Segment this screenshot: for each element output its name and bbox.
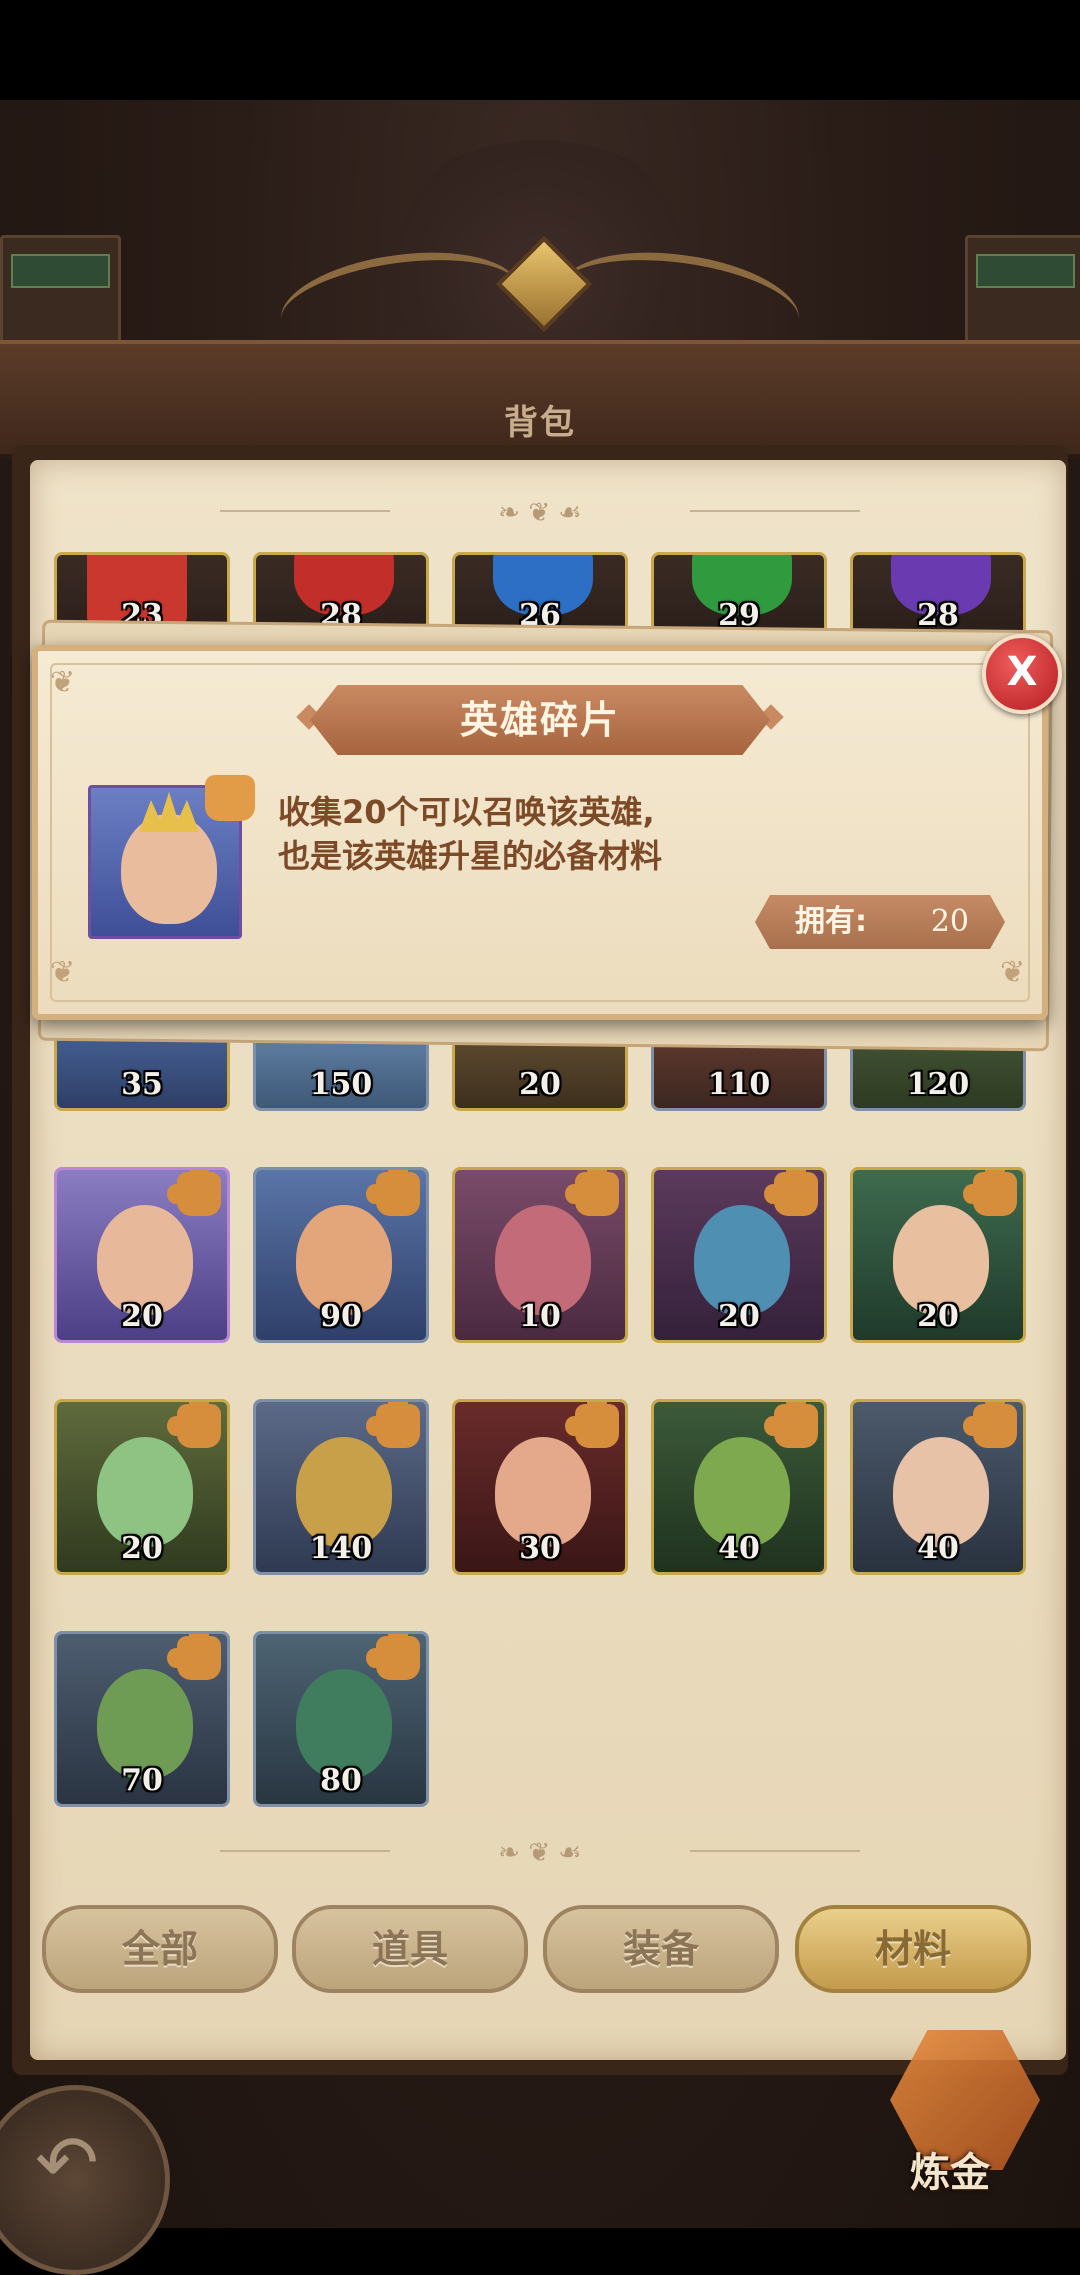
alchemy-button[interactable]: 炼金: [880, 2030, 1060, 2200]
tab-all[interactable]: 全部: [42, 1905, 278, 1993]
puzzle-piece-icon: [963, 1402, 1017, 1448]
puzzle-piece-icon: [167, 1634, 221, 1680]
hero-shard-item[interactable]: 70: [54, 1631, 230, 1807]
modal-title: 英雄碎片: [310, 685, 770, 755]
hero-shard-item[interactable]: 20: [651, 1167, 827, 1343]
puzzle-piece-icon: [366, 1170, 420, 1216]
puzzle-piece-icon: [565, 1402, 619, 1448]
owned-value: 20: [930, 904, 969, 939]
back-arrow-icon: ↶: [35, 2118, 99, 2207]
close-button[interactable]: X: [982, 634, 1062, 714]
owned-count-badge: 拥有: 20: [755, 895, 1005, 949]
hero-shard-item[interactable]: 30: [452, 1399, 628, 1575]
right-pillar: [965, 235, 1080, 346]
description-line-2: 也是该英雄升星的必备材料: [278, 837, 663, 875]
hero-shard-item[interactable]: 40: [651, 1399, 827, 1575]
alchemy-label: 炼金: [910, 2150, 990, 2196]
left-pillar: [0, 235, 121, 346]
puzzle-piece-icon: [167, 1170, 221, 1216]
hero-shard-item[interactable]: 20: [54, 1399, 230, 1575]
hero-shard-item[interactable]: 20: [54, 1167, 230, 1343]
corner-ornament: ❦: [1000, 955, 1026, 990]
hero-shard-item[interactable]: 10: [452, 1167, 628, 1343]
hero-shard-item[interactable]: 90: [253, 1167, 429, 1343]
puzzle-piece-icon: [366, 1402, 420, 1448]
hero-shard-item[interactable]: 20: [850, 1167, 1026, 1343]
hero-shard-item[interactable]: 80: [253, 1631, 429, 1807]
owned-label: 拥有:: [795, 904, 867, 939]
status-bar: [0, 0, 1080, 100]
puzzle-piece-icon: [167, 1402, 221, 1448]
tab-equipment[interactable]: 装备: [543, 1905, 779, 1993]
page-title: 背包: [504, 403, 576, 443]
top-ornament: ❧ ❦ ☙: [220, 498, 860, 528]
description-line-1: 收集20个可以召唤该英雄,: [278, 793, 655, 831]
tab-materials[interactable]: 材料: [795, 1905, 1031, 1993]
corner-ornament: ❦: [50, 955, 76, 990]
hero-shard-item[interactable]: 140: [253, 1399, 429, 1575]
bottom-ornament: ❧ ❦ ☙: [220, 1838, 860, 1868]
hero-shard-item[interactable]: 40: [850, 1399, 1026, 1575]
puzzle-piece-icon: [565, 1170, 619, 1216]
puzzle-piece-icon: [205, 775, 255, 821]
puzzle-piece-icon: [366, 1634, 420, 1680]
modal-description: 收集20个可以召唤该英雄, 也是该英雄升星的必备材料: [278, 790, 798, 878]
corner-ornament: ❦: [50, 665, 76, 700]
puzzle-piece-icon: [963, 1170, 1017, 1216]
tab-items[interactable]: 道具: [292, 1905, 528, 1993]
puzzle-piece-icon: [764, 1402, 818, 1448]
puzzle-piece-icon: [764, 1170, 818, 1216]
